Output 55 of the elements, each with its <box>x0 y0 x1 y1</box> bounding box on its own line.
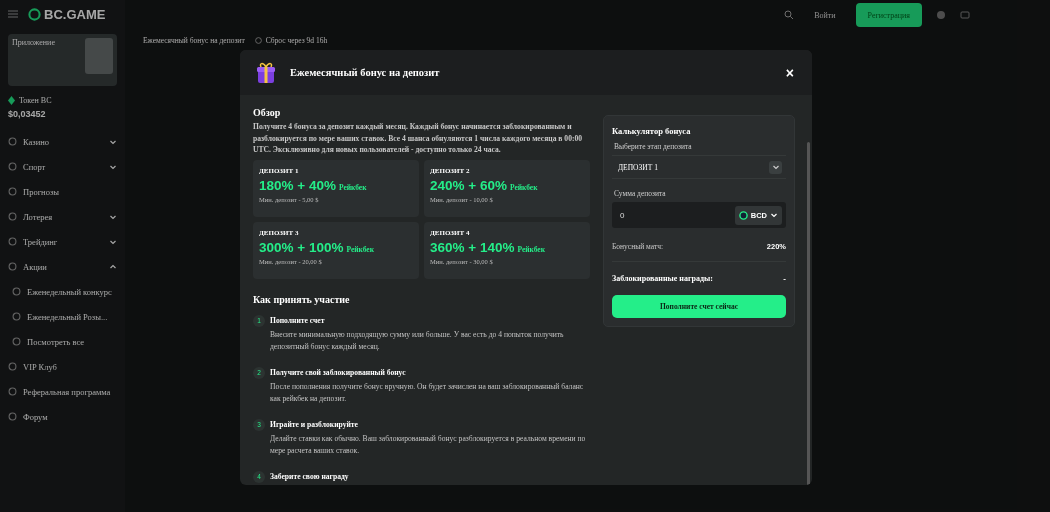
app-promo-card[interactable]: Приложение <box>8 34 117 86</box>
bonus-percent: 180% + 40% <box>259 177 336 193</box>
wallet-icon[interactable] <box>960 10 970 20</box>
sidebar-item[interactable]: Еженедельный конкурс <box>8 279 117 304</box>
chevron-icon <box>109 262 117 271</box>
phone-icon <box>85 38 113 74</box>
nav-icon <box>12 287 21 296</box>
nav-icon <box>8 162 17 171</box>
sidebar-item[interactable]: Форум <box>8 404 117 429</box>
nav-icon <box>8 237 17 246</box>
section-heading: Обзор <box>253 107 282 118</box>
logo[interactable]: BC.GAME <box>28 6 106 22</box>
dialog-title: Ежемесячный бонус на депозит <box>290 67 441 78</box>
nav-icon <box>12 337 21 346</box>
logo-text: BC.GAME <box>44 6 106 22</box>
coin-icon <box>738 210 748 220</box>
sidebar-item[interactable]: Спорт <box>8 154 117 179</box>
bonus-percent: 360% + 140% <box>430 239 515 255</box>
calculator-title: Калькулятор бонуса <box>612 126 692 136</box>
section-heading: Как принять участие <box>253 293 351 305</box>
locked-value: - <box>783 274 786 283</box>
sidebar-item[interactable]: Лотерея <box>8 204 117 229</box>
sidebar-item[interactable]: Акции <box>8 254 117 279</box>
sidebar-item[interactable]: Еженедельный Розы... <box>8 304 117 329</box>
nav-icon <box>12 312 21 321</box>
chevron-icon <box>771 163 780 171</box>
login-button[interactable]: Войти <box>808 9 842 21</box>
logo-icon <box>28 7 41 21</box>
sidebar-item[interactable]: Трейдинг <box>8 229 117 254</box>
token-label: Токен BC <box>19 96 52 105</box>
nav-icon <box>8 412 17 421</box>
sidebar-item[interactable]: Реферальная программа <box>8 379 117 404</box>
locked-label: Заблокированные награды: <box>612 274 713 283</box>
menu-icon[interactable] <box>8 10 18 18</box>
chevron-icon <box>770 211 778 219</box>
gift-icon <box>254 61 278 84</box>
clock-icon <box>254 36 262 44</box>
token-icon <box>8 96 15 105</box>
sidebar-item[interactable]: Прогнозы <box>8 179 117 204</box>
promo-title: Приложение <box>12 38 55 49</box>
nav-icon <box>8 362 17 371</box>
sidebar-item[interactable]: Посмотреть все <box>8 329 117 354</box>
bonus-percent: 300% + 100% <box>259 239 344 255</box>
nav-icon <box>8 187 17 196</box>
close-button[interactable]: × <box>781 65 798 80</box>
nav-icon <box>8 137 17 146</box>
search-icon[interactable] <box>784 10 795 20</box>
sidebar-item[interactable]: VIP Клуб <box>8 354 117 379</box>
scrollbar[interactable] <box>807 142 810 485</box>
nav-icon <box>8 212 17 221</box>
sidebar-item[interactable]: Казино <box>8 129 117 154</box>
token-price: $0,03452 <box>8 109 47 119</box>
nav-icon <box>8 387 17 396</box>
nav-icon <box>8 262 17 271</box>
bonus-percent: 240% + 60% <box>430 177 507 193</box>
